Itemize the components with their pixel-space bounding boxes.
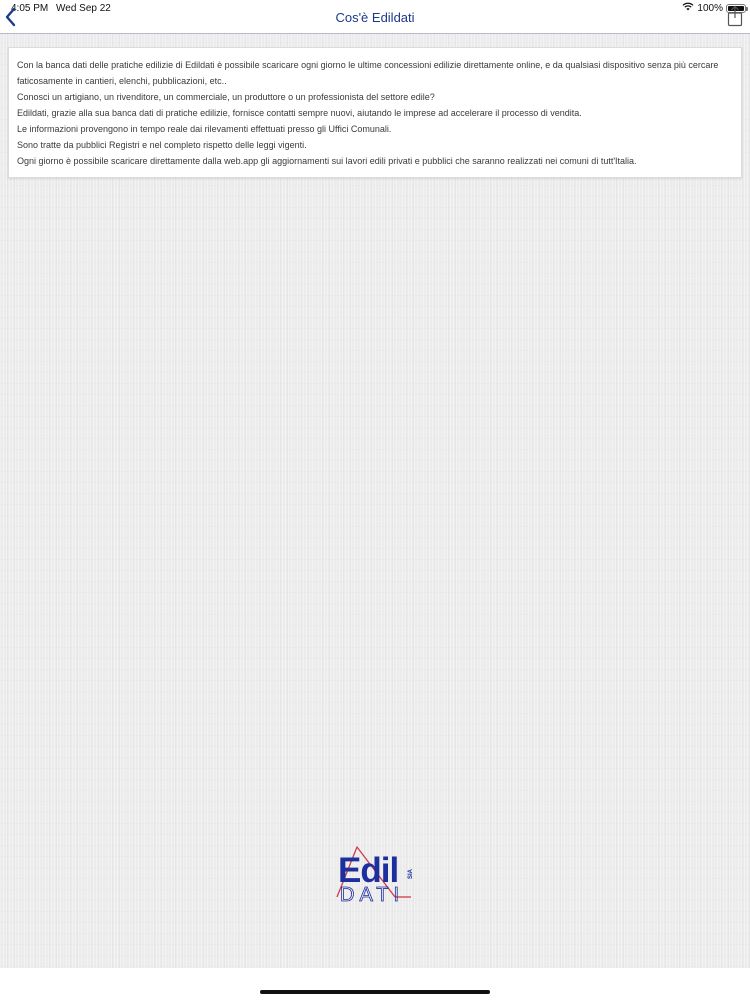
logo-word-dati: DATI xyxy=(340,884,404,906)
paragraph: Sono tratte da pubblici Registri e nel c… xyxy=(17,140,307,150)
navigation-bar: 4:05 PM Wed Sep 22 100% Cos'è Edildati xyxy=(0,0,750,34)
home-indicator[interactable] xyxy=(260,990,490,994)
paragraph: Edildati, grazie alla sua banca dati di … xyxy=(17,108,582,118)
status-date: Wed Sep 22 xyxy=(56,3,111,14)
wifi-icon xyxy=(682,2,694,14)
bottom-bar xyxy=(0,968,750,1000)
edildati-logo: Edil DATI SIA xyxy=(333,845,419,907)
logo-tag: SIA xyxy=(408,868,414,879)
paragraph: Le informazioni provengono in tempo real… xyxy=(17,124,392,134)
chevron-left-icon xyxy=(3,7,19,32)
paragraph: Con la banca dati delle pratiche edilizi… xyxy=(17,60,719,86)
page-title: Cos'è Edildati xyxy=(335,10,415,25)
share-button[interactable] xyxy=(726,5,744,27)
info-card: Con la banca dati delle pratiche edilizi… xyxy=(8,47,742,178)
paragraph: Conosci un artigiano, un rivenditore, un… xyxy=(17,92,435,102)
battery-percentage: 100% xyxy=(697,2,723,14)
share-icon xyxy=(726,5,744,31)
paragraph: Ogni giorno è possibile scaricare dirett… xyxy=(17,156,637,166)
back-button[interactable] xyxy=(3,6,19,28)
